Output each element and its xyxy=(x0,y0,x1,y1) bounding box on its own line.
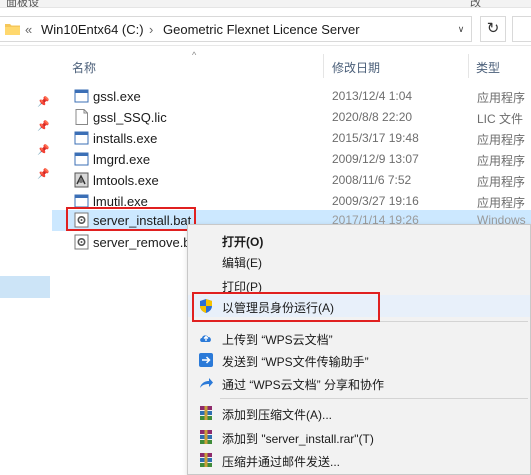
exe-window-icon xyxy=(74,89,89,103)
highlight-box-run-as-admin xyxy=(192,292,380,322)
menu-item-upload-wps[interactable]: 上传到 “WPS云文档” xyxy=(188,327,530,349)
menu-item-open[interactable]: 打开(O) xyxy=(188,229,530,251)
menu-item-compress-email[interactable]: 压缩并通过邮件发送... xyxy=(188,449,530,471)
address-bar: « Win10Entx64 (C:) › Geometric Flexnet L… xyxy=(0,12,531,46)
refresh-button[interactable]: ↻ xyxy=(480,16,506,42)
column-header-row: ^ 名称 修改日期 类型 xyxy=(52,50,531,80)
highlight-box-file xyxy=(66,207,196,231)
folder-icon xyxy=(5,24,20,35)
file-date: 2008/11/6 7:52 xyxy=(332,173,412,187)
file-name: lmgrd.exe xyxy=(93,152,151,167)
column-divider[interactable] xyxy=(468,54,469,78)
menu-label: 添加到压缩文件(A)... xyxy=(222,408,332,422)
menu-item-add-rar[interactable]: 添加到 "server_install.rar"(T) xyxy=(188,426,530,448)
crumb-folder[interactable]: Geometric Flexnet Licence Server xyxy=(163,22,360,37)
pin-icon[interactable]: 📌 xyxy=(37,169,49,181)
exe-window-icon xyxy=(74,131,89,145)
column-date[interactable]: 修改日期 xyxy=(332,59,380,76)
back-chevron[interactable]: « xyxy=(25,22,32,37)
menu-separator xyxy=(220,398,528,399)
column-name[interactable]: 名称 xyxy=(72,59,96,76)
lmtools-icon xyxy=(74,172,89,188)
file-row-lic[interactable]: gssl_SSQ.lic 2020/8/8 22:20 LIC 文件 xyxy=(52,107,531,128)
toolbar-remnant-left: 面板设 xyxy=(6,0,39,8)
toolbar-remnant-right: 改 xyxy=(470,0,481,8)
file-type: 应用程序 xyxy=(477,91,526,105)
menu-item-share-wps[interactable]: 通过 “WPS云文档” 分享和协作 xyxy=(188,372,530,394)
file-date: 2009/3/27 19:16 xyxy=(332,194,419,208)
file-date: 2015/3/17 19:48 xyxy=(332,131,419,145)
file-name: gssl.exe xyxy=(93,89,141,104)
winrar-icon xyxy=(200,430,212,444)
file-type: 应用程序 xyxy=(477,133,526,147)
file-row-installs[interactable]: installs.exe 2015/3/17 19:48 应用程序 xyxy=(52,128,531,149)
file-name: installs.exe xyxy=(93,131,158,146)
file-date: 2013/12/4 1:04 xyxy=(332,89,413,103)
menu-label: 编辑(E) xyxy=(222,256,262,270)
file-row-gssl[interactable]: gssl.exe 2013/12/4 1:04 应用程序 xyxy=(52,86,531,107)
menu-label: 添加到 "server_install.rar"(T) xyxy=(222,432,374,446)
menu-item-send-wps[interactable]: 发送到 “WPS文件传输助手” xyxy=(188,349,530,371)
menu-item-add-archive[interactable]: 添加到压缩文件(A)... xyxy=(188,402,530,424)
nav-selected-item[interactable] xyxy=(0,276,50,298)
menu-label: 打开(O) xyxy=(222,235,264,249)
menu-item-edit[interactable]: 编辑(E) xyxy=(188,250,530,272)
column-divider[interactable] xyxy=(323,54,324,78)
file-type: 应用程序 xyxy=(477,154,526,168)
file-type: LIC 文件 xyxy=(477,112,524,126)
file-date: 2020/8/8 22:20 xyxy=(332,110,413,124)
file-name: gssl_SSQ.lic xyxy=(93,110,167,125)
winrar-icon xyxy=(200,453,212,467)
search-box[interactable] xyxy=(512,16,531,42)
sort-caret-icon: ^ xyxy=(192,50,197,60)
crumb-drive[interactable]: Win10Entx64 (C:) xyxy=(41,22,144,37)
navigation-pane: 📌 📌 📌 📌 xyxy=(0,47,52,475)
menu-label: 通过 “WPS云文档” 分享和协作 xyxy=(222,378,384,392)
menu-label: 上传到 “WPS云文档” xyxy=(222,333,333,347)
file-row-lmgrd[interactable]: lmgrd.exe 2009/12/9 13:07 应用程序 xyxy=(52,149,531,170)
winrar-icon xyxy=(200,406,212,420)
menu-label: 压缩并通过邮件发送... xyxy=(222,455,341,469)
address-field[interactable]: « Win10Entx64 (C:) › Geometric Flexnet L… xyxy=(0,16,472,42)
file-name: server_remove.bat xyxy=(93,235,202,250)
pin-icon[interactable]: 📌 xyxy=(37,145,49,157)
context-menu: 打开(O) 编辑(E) 打印(P) 以管理员身份运行(A) 上传到 “WPS云文… xyxy=(187,224,531,475)
address-dropdown-icon[interactable]: ∨ xyxy=(454,21,468,37)
pin-icon[interactable]: 📌 xyxy=(37,97,49,109)
column-type[interactable]: 类型 xyxy=(476,59,500,76)
file-name: lmtools.exe xyxy=(93,173,159,188)
file-type: 应用程序 xyxy=(477,175,526,189)
send-arrow-icon xyxy=(199,353,213,367)
exe-window-icon xyxy=(74,152,89,166)
pin-icon[interactable]: 📌 xyxy=(37,121,49,133)
batch-gear-icon xyxy=(74,234,89,250)
file-date: 2009/12/9 13:07 xyxy=(332,152,419,166)
share-icon xyxy=(200,378,213,388)
file-type: 应用程序 xyxy=(477,196,526,210)
menu-label: 发送到 “WPS文件传输助手” xyxy=(222,355,369,369)
crumb-separator[interactable]: › xyxy=(149,22,153,37)
file-row-lmtools[interactable]: lmtools.exe 2008/11/6 7:52 应用程序 xyxy=(52,170,531,191)
top-toolbar-strip: 面板设 改 xyxy=(0,0,531,8)
blank-file-icon xyxy=(75,109,88,125)
cloud-upload-icon xyxy=(200,335,211,342)
